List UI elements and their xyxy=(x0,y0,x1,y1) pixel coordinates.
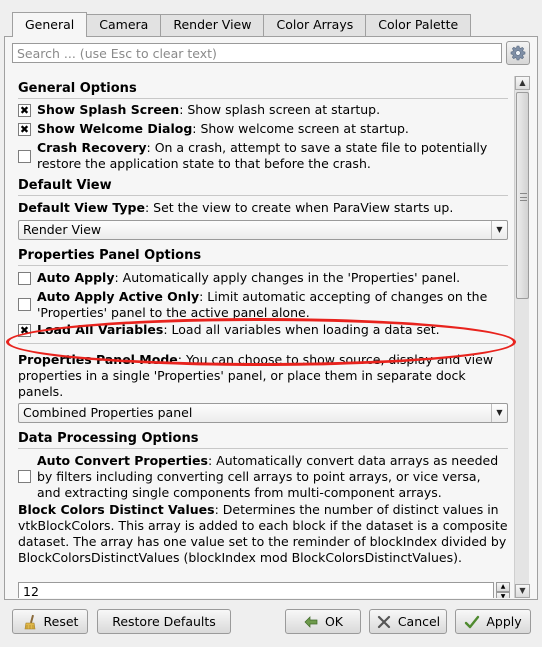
properties-panel-mode-dropdown[interactable]: Combined Properties panel ▼ xyxy=(18,403,508,423)
setting-name: Block Colors Distinct Values xyxy=(18,502,215,517)
setting-description: : Set the view to create when ParaView s… xyxy=(144,200,454,215)
scroll-up-icon[interactable]: ▲ xyxy=(515,76,530,90)
setting-load-all-variables: ✖ Load All Variables: Load all variables… xyxy=(18,322,508,338)
setting-crash-recovery: Crash Recovery: On a crash, attempt to s… xyxy=(18,140,508,172)
settings-tab-bar: General Camera Render View Color Arrays … xyxy=(12,12,472,37)
setting-auto-apply: Auto Apply: Automatically apply changes … xyxy=(18,270,508,286)
section-title-data-processing-options: Data Processing Options xyxy=(18,431,199,446)
search-input[interactable] xyxy=(12,43,502,63)
restore-defaults-button[interactable]: Restore Defaults xyxy=(97,609,231,634)
auto-apply-active-only-checkbox[interactable] xyxy=(18,298,31,311)
cancel-button[interactable]: Cancel xyxy=(369,609,447,634)
section-divider xyxy=(18,98,508,99)
button-label: OK xyxy=(324,614,344,629)
spin-down-icon[interactable]: ▼ xyxy=(496,592,510,598)
setting-block-colors-distinct-values: Block Colors Distinct Values: Determines… xyxy=(18,502,508,566)
tab-camera[interactable]: Camera xyxy=(87,14,162,36)
section-divider xyxy=(18,448,508,449)
scroll-down-icon[interactable]: ▼ xyxy=(515,584,530,598)
auto-convert-checkbox[interactable] xyxy=(18,470,31,483)
setting-name: Auto Convert Properties xyxy=(37,453,208,468)
setting-default-view-type: Default View Type: Set the view to creat… xyxy=(18,200,508,216)
broom-icon xyxy=(24,614,35,629)
setting-name: Properties Panel Mode xyxy=(18,352,178,367)
section-title-default-view: Default View xyxy=(18,178,112,193)
show-welcome-checkbox[interactable]: ✖ xyxy=(18,123,31,136)
setting-name: Crash Recovery xyxy=(37,140,147,155)
tab-color-arrays[interactable]: Color Arrays xyxy=(264,14,367,36)
tab-color-palette[interactable]: Color Palette xyxy=(366,14,472,36)
setting-auto-convert-properties: Auto Convert Properties: Automatically c… xyxy=(18,453,508,501)
section-divider xyxy=(18,195,508,196)
button-label: Cancel xyxy=(397,614,441,629)
button-label: Reset xyxy=(43,614,79,629)
setting-show-welcome-dialog: ✖ Show Welcome Dialog: Show welcome scre… xyxy=(18,121,508,137)
setting-show-splash-screen: ✖ Show Splash Screen: Show splash screen… xyxy=(18,102,508,118)
setting-description: : Show welcome screen at startup. xyxy=(192,121,409,136)
apply-button[interactable]: Apply xyxy=(455,609,531,634)
section-divider xyxy=(18,265,508,266)
vertical-scrollbar[interactable]: ▲ ▼ xyxy=(514,76,530,598)
setting-name: Load All Variables xyxy=(37,322,164,337)
load-all-variables-checkbox[interactable]: ✖ xyxy=(18,324,31,337)
dropdown-value: Render View xyxy=(23,222,102,237)
block-colors-value-field[interactable]: 12 xyxy=(18,582,494,598)
ok-button[interactable]: OK xyxy=(285,609,361,634)
grip-icon xyxy=(520,193,527,201)
section-title-general-options: General Options xyxy=(18,81,137,96)
default-view-type-dropdown[interactable]: Render View ▼ xyxy=(18,220,508,240)
chevron-down-icon: ▼ xyxy=(491,221,507,239)
button-label: Apply xyxy=(486,614,522,629)
reset-button[interactable]: Reset xyxy=(12,609,88,634)
auto-apply-checkbox[interactable] xyxy=(18,272,31,285)
dropdown-value: Combined Properties panel xyxy=(23,405,193,420)
setting-properties-panel-mode: Properties Panel Mode: You can choose to… xyxy=(18,352,508,400)
crash-recovery-checkbox[interactable] xyxy=(18,150,31,163)
advanced-settings-button[interactable] xyxy=(506,41,530,65)
chevron-down-icon: ▼ xyxy=(491,404,507,422)
section-title-properties-panel-options: Properties Panel Options xyxy=(18,248,202,263)
setting-name: Show Welcome Dialog xyxy=(37,121,193,136)
cancel-x-icon xyxy=(377,615,390,628)
button-label: Restore Defaults xyxy=(112,614,216,629)
gear-icon xyxy=(510,45,526,61)
setting-name: Auto Apply xyxy=(37,270,115,285)
setting-description: : Show splash screen at startup. xyxy=(179,102,381,117)
setting-name: Show Splash Screen xyxy=(37,102,180,117)
tab-render-view[interactable]: Render View xyxy=(161,14,265,36)
setting-name: Default View Type xyxy=(18,200,145,215)
setting-description: : Automatically apply changes in the 'Pr… xyxy=(114,270,461,285)
setting-name: Auto Apply Active Only xyxy=(37,289,200,304)
spin-up-icon[interactable]: ▲ xyxy=(496,582,510,592)
setting-auto-apply-active-only: Auto Apply Active Only: Limit automatic … xyxy=(18,289,508,321)
tab-general[interactable]: General xyxy=(12,12,88,37)
scrollbar-thumb[interactable] xyxy=(516,92,529,299)
checkmark-icon xyxy=(465,615,480,628)
block-colors-spinbox[interactable]: ▲ ▼ xyxy=(496,582,510,598)
ok-arrow-icon xyxy=(304,615,318,628)
show-splash-checkbox[interactable]: ✖ xyxy=(18,104,31,117)
setting-description: : Load all variables when loading a data… xyxy=(163,322,440,337)
section-divider xyxy=(18,343,508,344)
settings-scroll-area[interactable]: General Options ✖ Show Splash Screen: Sh… xyxy=(12,76,512,598)
